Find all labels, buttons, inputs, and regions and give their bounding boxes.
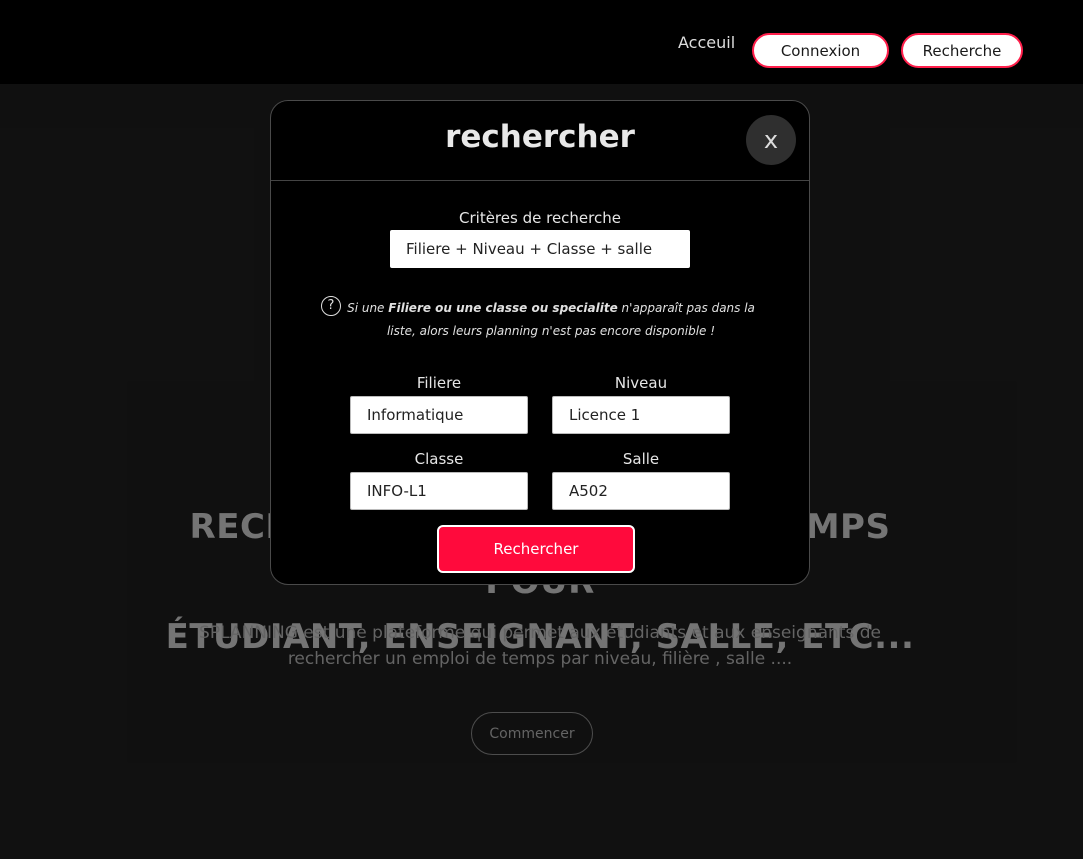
criteria-select[interactable]: Filiere + Niveau + Classe + salle [390,230,690,268]
nav-home-link[interactable]: Acceuil [678,33,735,52]
classe-select[interactable]: INFO-L1 [350,472,528,510]
help-note: Si une Filiere ou une classe ou speciali… [341,297,761,343]
salle-select[interactable]: A502 [552,472,730,510]
criteria-label: Critères de recherche [459,209,621,227]
login-button[interactable]: Connexion [752,33,889,68]
filiere-select[interactable]: Informatique [350,396,528,434]
close-button[interactable]: x [746,115,796,165]
question-circle-icon: ? [321,296,341,316]
modal-header: rechercher x [271,101,809,181]
search-modal: rechercher x Critères de recherche Filie… [270,100,810,585]
filiere-label: Filiere [416,374,462,392]
help-note-prefix: Si une [347,301,389,315]
niveau-select[interactable]: Licence 1 [552,396,730,434]
top-navbar: Acceuil Connexion Recherche [0,0,1083,84]
modal-title: rechercher [445,119,635,155]
salle-label: Salle [622,450,660,468]
search-submit-button[interactable]: Rechercher [437,525,635,573]
classe-label: Classe [414,450,464,468]
niveau-label: Niveau [614,374,668,392]
search-nav-button[interactable]: Recherche [901,33,1023,68]
help-note-bold: Filiere ou une classe ou specialite [388,301,618,315]
